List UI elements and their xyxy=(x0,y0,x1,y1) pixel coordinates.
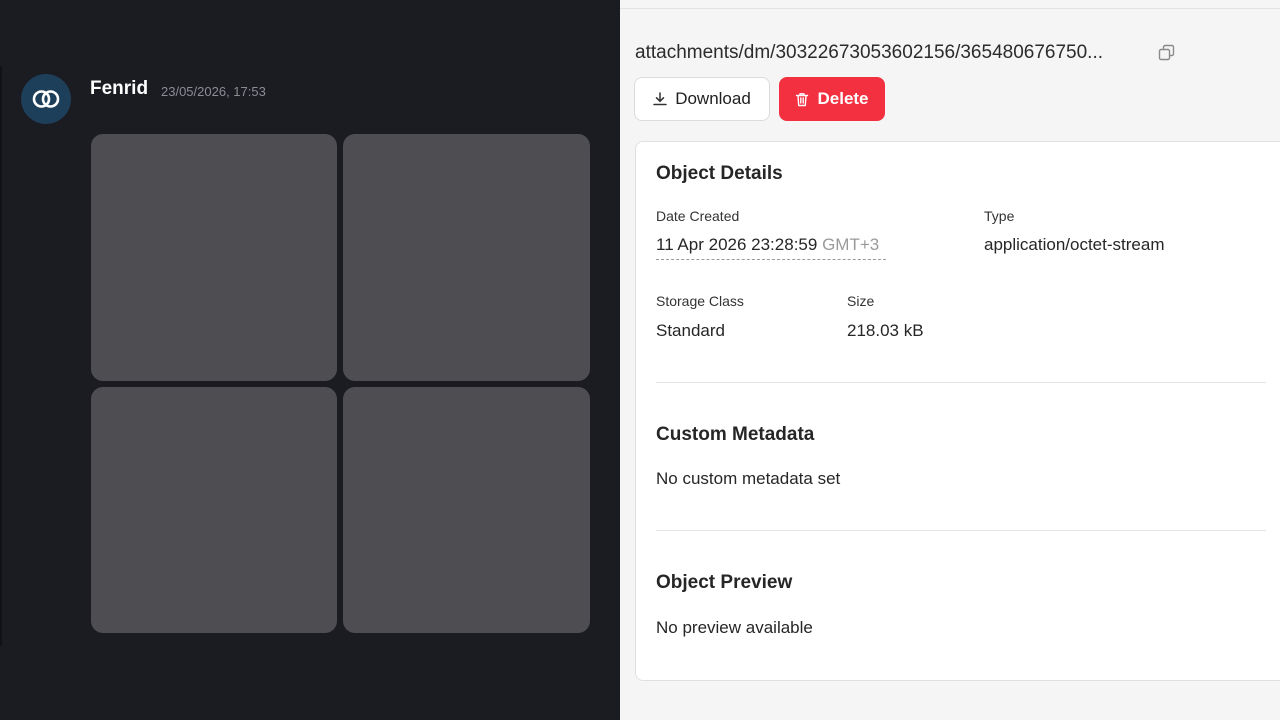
size-value: 218.03 kB xyxy=(847,321,924,340)
storage-class-label: Storage Class xyxy=(656,293,744,309)
section-divider xyxy=(656,530,1266,531)
date-created-label: Date Created xyxy=(656,208,740,224)
storage-class-value: Standard xyxy=(656,321,725,340)
type-value: application/octet-stream xyxy=(984,235,1165,254)
size-label: Size xyxy=(847,293,875,309)
trash-icon xyxy=(796,92,809,106)
attachment-tile[interactable] xyxy=(343,134,590,381)
attachment-tile[interactable] xyxy=(343,387,590,633)
attachment-tile[interactable] xyxy=(91,387,337,633)
object-panel: attachments/dm/30322673053602156/3654806… xyxy=(620,0,1280,720)
panel-top-divider xyxy=(620,8,1280,9)
message-timestamp: 23/05/2026, 17:53 xyxy=(161,84,266,99)
custom-metadata-empty: No custom metadata set xyxy=(656,469,841,488)
object-preview-empty: No preview available xyxy=(656,618,813,637)
message-author[interactable]: Fenrid xyxy=(90,78,148,100)
avatar[interactable] xyxy=(21,74,71,124)
object-details-card: Object Details Date Created 11 Apr 2026 … xyxy=(635,141,1280,681)
date-created-value[interactable]: 11 Apr 2026 23:28:59 GMT+3 xyxy=(656,235,886,260)
object-path: attachments/dm/30322673053602156/3654806… xyxy=(635,42,1104,63)
custom-metadata-heading: Custom Metadata xyxy=(656,424,815,445)
delete-label: Delete xyxy=(817,89,869,108)
object-details-heading: Object Details xyxy=(656,163,783,184)
download-label: Download xyxy=(675,89,751,108)
type-label: Type xyxy=(984,208,1015,224)
object-preview-heading: Object Preview xyxy=(656,572,793,593)
chat-pane: Fenrid 23/05/2026, 17:53 xyxy=(0,0,620,720)
delete-button[interactable]: Delete xyxy=(779,77,885,121)
section-divider xyxy=(656,382,1266,383)
download-icon xyxy=(653,92,667,106)
download-button[interactable]: Download xyxy=(634,77,770,121)
gutter-line xyxy=(0,66,2,646)
attachment-tile[interactable] xyxy=(91,134,337,381)
copy-icon[interactable] xyxy=(1158,44,1176,62)
link-rings-icon xyxy=(32,90,60,108)
date-created-timezone: GMT+3 xyxy=(822,235,880,254)
date-created-datetime: 11 Apr 2026 23:28:59 xyxy=(656,235,818,254)
